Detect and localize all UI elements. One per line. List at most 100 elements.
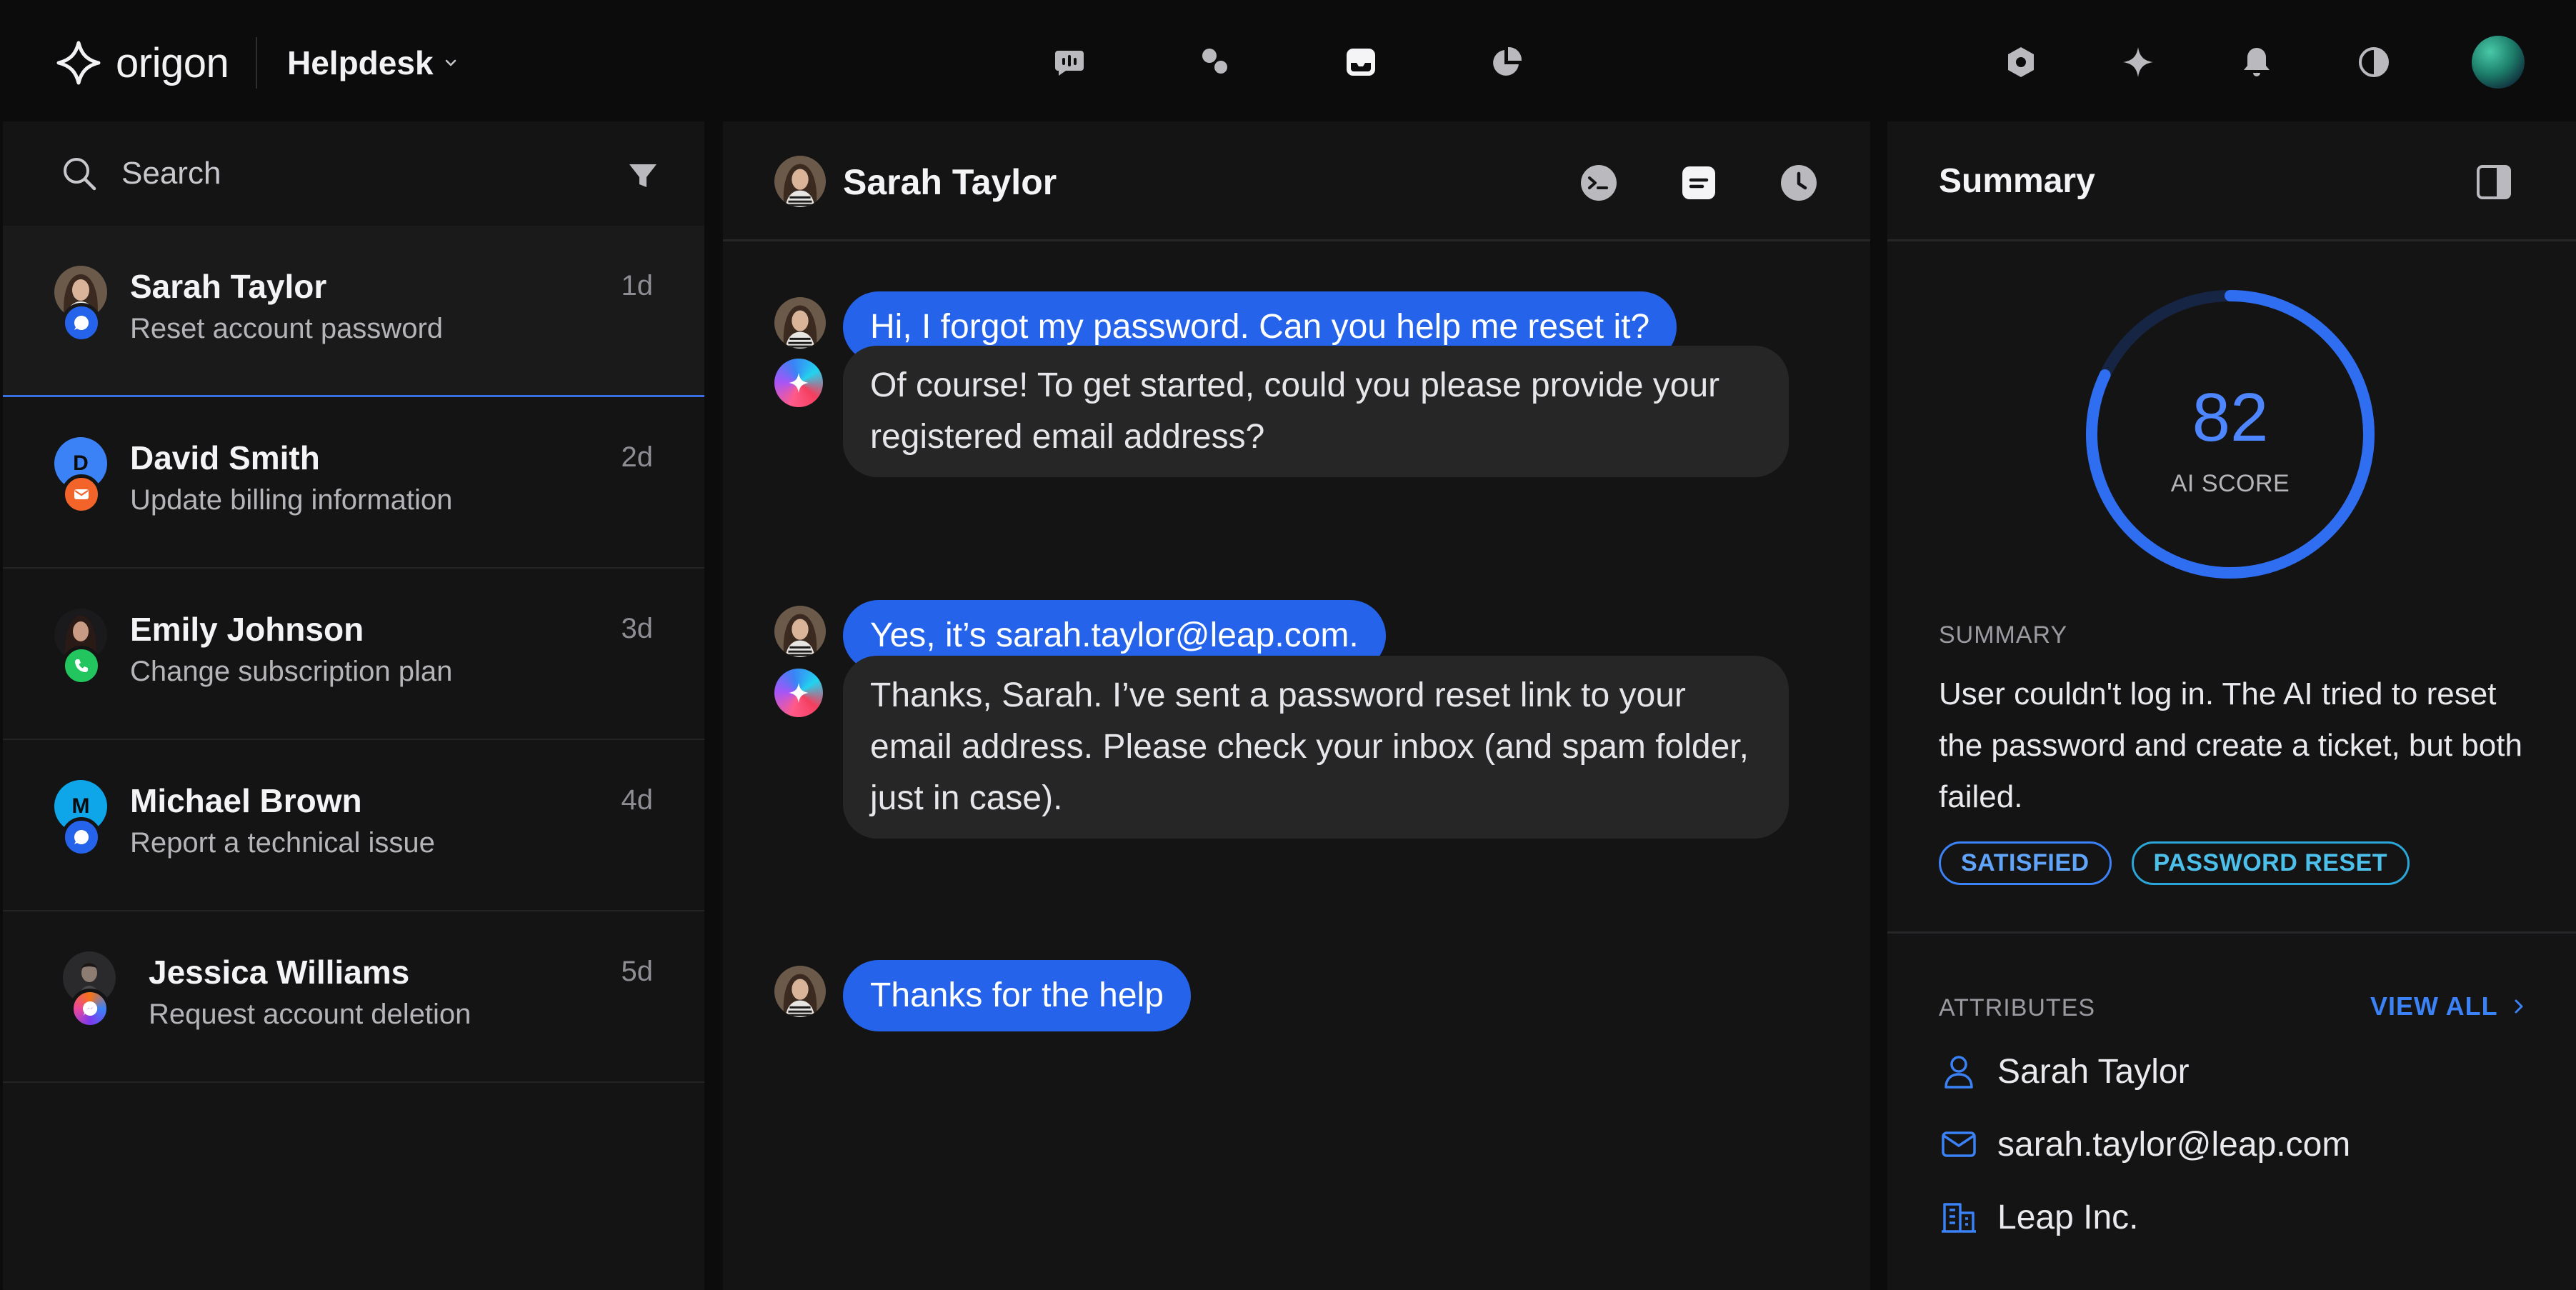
- contact-avatar: [774, 156, 826, 207]
- contact-name: Michael Brown: [130, 782, 362, 819]
- search-input[interactable]: [121, 150, 579, 197]
- conversation-subject: Reset account password: [130, 313, 444, 344]
- search-bar: [3, 121, 704, 226]
- conversation-list: Sarah Taylor Reset account password 1d D…: [3, 226, 704, 1083]
- building-icon: [1942, 1203, 1976, 1233]
- attribute-company: Leap Inc.: [1939, 1197, 2138, 1237]
- nav-conversations[interactable]: [1190, 37, 1240, 87]
- message-bubble: Of course! To get started, could you ple…: [843, 346, 1789, 477]
- clock-icon: [1781, 165, 1817, 201]
- user-icon: [1945, 1056, 1973, 1089]
- channel-badge: [61, 303, 101, 343]
- bell-icon: [2244, 48, 2270, 76]
- conversation-item[interactable]: M Michael Brown Report a technical issue…: [3, 740, 704, 911]
- voice-icon: [1055, 51, 1084, 76]
- conversation-time: 5d: [621, 956, 654, 987]
- bubbles-icon: [1202, 49, 1227, 74]
- attribute-email: sarah.taylor@leap.com: [1939, 1124, 2350, 1164]
- sidebar-toggle-icon[interactable]: [2475, 163, 2513, 201]
- attribute-value: Leap Inc.: [1997, 1198, 2139, 1236]
- chat-header: Sarah Taylor: [723, 121, 1870, 241]
- top-bar: origon Helpdesk: [0, 0, 2576, 121]
- settings-button[interactable]: [1996, 37, 2046, 87]
- attribute-value: Sarah Taylor: [1997, 1052, 2190, 1091]
- conversation-time: 2d: [621, 441, 654, 473]
- view-all-label: VIEW ALL: [2370, 991, 2498, 1021]
- history-button[interactable]: [1777, 161, 1820, 204]
- messenger-icon: [83, 1001, 98, 1016]
- sparkle-icon: [789, 683, 809, 703]
- portrait-image: [774, 297, 826, 349]
- contact-name: Sarah Taylor: [130, 268, 327, 305]
- conversation-subject: Change subscription plan: [130, 656, 453, 687]
- contact-avatar: [774, 966, 826, 1017]
- summary-header: Summary: [1887, 121, 2576, 241]
- attribute-value: sarah.taylor@leap.com: [1997, 1125, 2351, 1164]
- channel-badge: [61, 817, 101, 857]
- tag-satisfied[interactable]: SATISFIED: [1939, 841, 2112, 885]
- notifications-button[interactable]: [2232, 37, 2282, 87]
- contact-avatar: [774, 297, 826, 349]
- contact-name: Jessica Williams: [149, 954, 410, 991]
- conversation-item[interactable]: Jessica Williams Request account deletio…: [3, 911, 704, 1083]
- console-button[interactable]: [1577, 161, 1620, 204]
- nav-inbox[interactable]: [1336, 37, 1386, 87]
- email-icon: [74, 489, 89, 499]
- summary-title: Summary: [1939, 162, 2095, 200]
- chat-bubble-icon: [74, 316, 89, 330]
- contrast-icon: [2359, 47, 2389, 77]
- view-all-link[interactable]: VIEW ALL: [2370, 991, 2528, 1021]
- theme-toggle[interactable]: [2349, 37, 2399, 87]
- summary-text: User couldn't log in. The AI tried to re…: [1939, 676, 2522, 814]
- contact-name: Emily Johnson: [130, 611, 364, 648]
- tag-password-reset[interactable]: PASSWORD RESET: [2131, 841, 2410, 885]
- search-icon: [64, 158, 96, 191]
- tag-list: SATISFIED PASSWORD RESET: [1939, 841, 2410, 885]
- helpdesk-app: origon Helpdesk Search Sarah Taylor Rese…: [0, 0, 2576, 1290]
- contact-name: David Smith: [130, 439, 320, 476]
- user-avatar[interactable]: [2472, 36, 2525, 89]
- conversation-subject: Request account deletion: [149, 999, 471, 1030]
- attributes-section-label: ATTRIBUTES: [1939, 994, 2096, 1021]
- message-bubble: Thanks for the help: [843, 960, 1191, 1031]
- notes-button[interactable]: [1677, 161, 1720, 204]
- ai-avatar: [774, 359, 823, 407]
- terminal-icon: [1581, 165, 1617, 201]
- nav-voice[interactable]: [1044, 37, 1094, 87]
- filter-icon[interactable]: [626, 159, 660, 193]
- channel-badge: [70, 989, 110, 1029]
- channel-badge: [61, 646, 101, 686]
- pie-chart-icon: [1493, 46, 1522, 76]
- portrait-image: [774, 606, 826, 657]
- ai-score-value: 82: [2192, 379, 2269, 456]
- conversation-subject: Update billing information: [130, 484, 453, 516]
- channel-badge: [61, 474, 101, 514]
- conversation-item[interactable]: Sarah Taylor Reset account password 1d: [3, 226, 704, 397]
- chat-panel: Sarah Taylor Hi, I forgot my password. C…: [723, 121, 1870, 1290]
- conversation-item[interactable]: Emily Johnson Change subscription plan 3…: [3, 569, 704, 740]
- chat-bubble-icon: [74, 830, 89, 844]
- sparkle-icon: [789, 373, 809, 393]
- conversation-time: 1d: [621, 270, 654, 301]
- chat-title: Sarah Taylor: [843, 162, 1057, 202]
- primary-nav: [0, 37, 2576, 87]
- conversation-item[interactable]: D David Smith Update billing information…: [3, 397, 704, 569]
- summary-panel: Summary 82 AI SCORE SUMMARY User couldn'…: [1887, 121, 2576, 1290]
- inbox-icon: [1347, 49, 1375, 76]
- note-icon: [1682, 166, 1715, 199]
- contact-avatar: [774, 606, 826, 657]
- section-divider: [1887, 931, 2576, 934]
- summary-section-label: SUMMARY: [1939, 621, 2068, 649]
- mail-icon: [1942, 1131, 1976, 1157]
- conversation-subject: Report a technical issue: [130, 827, 435, 859]
- phone-icon: [75, 659, 88, 672]
- ai-score-label: AI SCORE: [2170, 470, 2290, 497]
- conversation-time: 4d: [621, 784, 654, 816]
- nav-reports[interactable]: [1482, 37, 1532, 87]
- ai-avatar: [774, 669, 823, 717]
- portrait-image: [774, 156, 826, 207]
- ai-assistant-button[interactable]: [2113, 37, 2163, 87]
- chevron-right-icon: [2515, 999, 2523, 1014]
- sparkle-icon: [2123, 47, 2153, 77]
- portrait-image: [774, 966, 826, 1017]
